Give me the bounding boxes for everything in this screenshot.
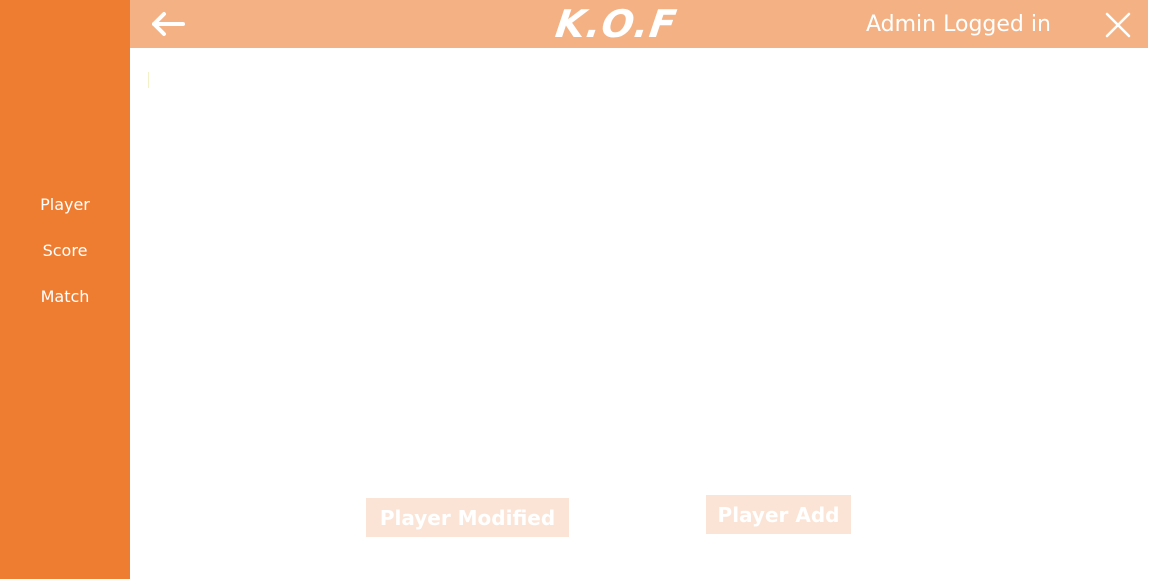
player-add-button[interactable]: Player Add [706, 495, 851, 534]
sidebar-item-match[interactable]: Match [0, 286, 130, 308]
back-button[interactable] [150, 9, 186, 39]
close-icon [1105, 12, 1131, 38]
app-window: Player Score Match K.O.F Admin Logged in… [0, 0, 1149, 579]
sidebar-item-score[interactable]: Score [0, 240, 130, 262]
arrow-left-icon [152, 12, 185, 36]
user-status: Admin Logged in [866, 12, 1051, 37]
top-bar: K.O.F Admin Logged in [130, 0, 1148, 48]
text-cursor [148, 72, 149, 88]
close-button[interactable] [1104, 11, 1132, 39]
main-content: Player Modified Player Add [130, 48, 1149, 579]
sidebar: Player Score Match [0, 0, 130, 579]
player-modified-button[interactable]: Player Modified [366, 498, 569, 537]
sidebar-item-player[interactable]: Player [0, 194, 130, 216]
app-logo: K.O.F [552, 2, 680, 46]
